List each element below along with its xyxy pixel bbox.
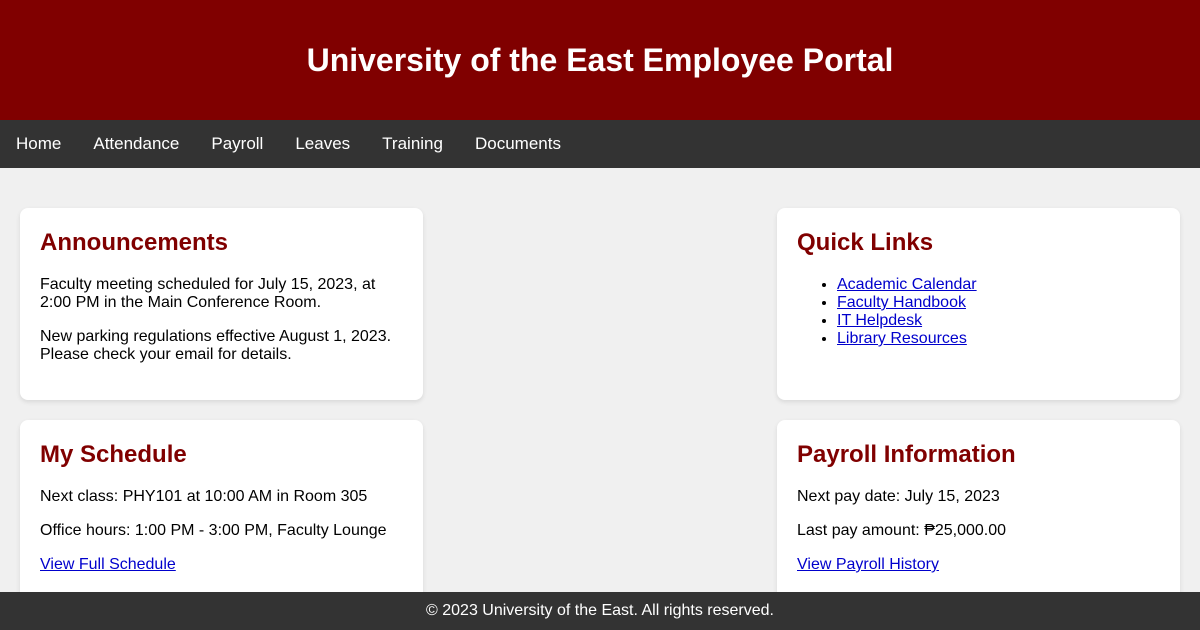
- view-payroll-history-link[interactable]: View Payroll History: [797, 556, 939, 573]
- announcement-item: New parking regulations effective August…: [40, 328, 392, 363]
- payroll-title: Payroll Information: [797, 441, 1016, 468]
- it-helpdesk-link[interactable]: IT Helpdesk: [837, 312, 922, 329]
- next-pay-date-text: Next pay date: July 15, 2023: [797, 488, 1000, 505]
- quick-links-list: Academic Calendar Faculty Handbook IT He…: [797, 276, 1160, 348]
- list-item: Faculty Handbook: [837, 294, 1160, 312]
- last-pay-amount-text: Last pay amount: ₱25,000.00: [797, 522, 1007, 539]
- faculty-handbook-link[interactable]: Faculty Handbook: [837, 294, 966, 311]
- academic-calendar-link[interactable]: Academic Calendar: [837, 276, 977, 293]
- nav-item-documents[interactable]: Documents: [459, 120, 577, 168]
- nav-item-training[interactable]: Training: [366, 120, 459, 168]
- main-nav: Home Attendance Payroll Leaves Training …: [0, 120, 1200, 168]
- list-item: Library Resources: [837, 330, 1160, 348]
- quick-links-title: Quick Links: [797, 229, 934, 256]
- list-item: Academic Calendar: [837, 276, 1160, 294]
- page-footer: © 2023 University of the East. All right…: [0, 592, 1200, 630]
- next-class-text: Next class: PHY101 at 10:00 AM in Room 3…: [40, 488, 368, 505]
- announcement-item: Faculty meeting scheduled for July 15, 2…: [40, 276, 376, 311]
- page-title: University of the East Employee Portal: [306, 41, 894, 78]
- nav-item-attendance[interactable]: Attendance: [77, 120, 195, 168]
- quick-links-card: Quick Links Academic Calendar Faculty Ha…: [777, 208, 1180, 400]
- view-full-schedule-link[interactable]: View Full Schedule: [40, 556, 176, 573]
- library-resources-link[interactable]: Library Resources: [837, 330, 967, 347]
- announcements-card: Announcements Faculty meeting scheduled …: [20, 208, 423, 400]
- list-item: IT Helpdesk: [837, 312, 1160, 330]
- payroll-card: Payroll Information Next pay date: July …: [777, 420, 1180, 600]
- schedule-card: My Schedule Next class: PHY101 at 10:00 …: [20, 420, 423, 600]
- office-hours-text: Office hours: 1:00 PM - 3:00 PM, Faculty…: [40, 522, 387, 539]
- footer-text: © 2023 University of the East. All right…: [426, 602, 774, 619]
- nav-item-payroll[interactable]: Payroll: [195, 120, 279, 168]
- schedule-title: My Schedule: [40, 441, 187, 468]
- announcements-title: Announcements: [40, 229, 229, 256]
- page-header: University of the East Employee Portal: [0, 0, 1200, 120]
- nav-item-home[interactable]: Home: [0, 120, 77, 168]
- nav-item-leaves[interactable]: Leaves: [279, 120, 366, 168]
